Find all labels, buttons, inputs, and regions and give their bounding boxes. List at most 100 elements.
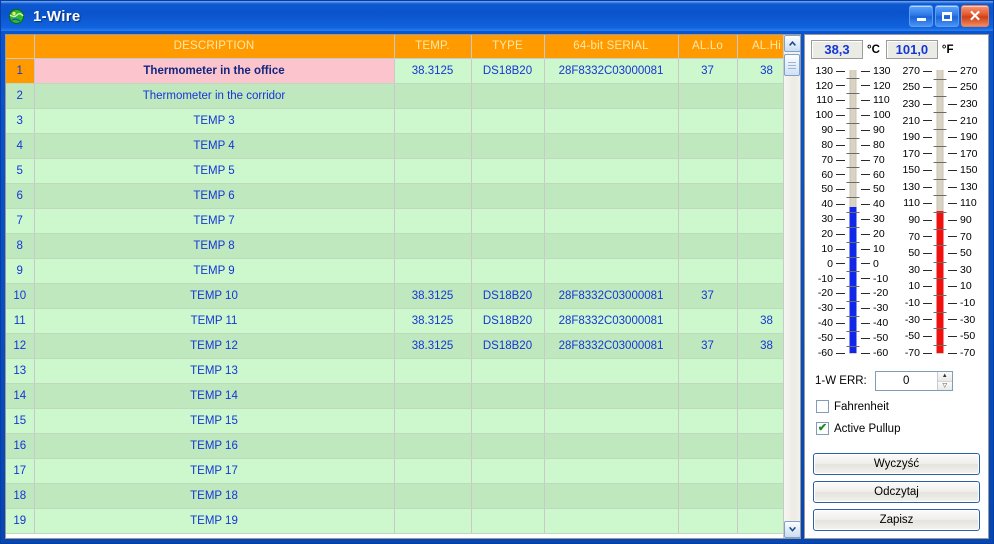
table-row[interactable]: 5 TEMP 5 bbox=[6, 158, 797, 184]
serial-cell[interactable] bbox=[544, 158, 679, 184]
column-header-temp[interactable]: TEMP. bbox=[394, 35, 472, 59]
column-header-description[interactable]: DESCRIPTION bbox=[34, 35, 395, 59]
row-index-cell[interactable]: 5 bbox=[6, 158, 35, 184]
type-cell[interactable] bbox=[471, 258, 545, 284]
description-cell[interactable]: TEMP 12 bbox=[34, 333, 395, 359]
scroll-up-button[interactable] bbox=[783, 35, 800, 52]
type-cell[interactable] bbox=[471, 433, 545, 459]
alarm-low-cell[interactable] bbox=[678, 133, 738, 159]
serial-cell[interactable] bbox=[544, 433, 679, 459]
row-index-cell[interactable]: 19 bbox=[6, 508, 35, 534]
fahrenheit-checkbox-box[interactable] bbox=[816, 400, 829, 413]
type-cell[interactable] bbox=[471, 83, 545, 109]
alarm-low-cell[interactable] bbox=[678, 308, 738, 334]
temperature-cell[interactable]: 38.3125 bbox=[394, 308, 472, 334]
type-cell[interactable] bbox=[471, 183, 545, 209]
type-cell[interactable] bbox=[471, 108, 545, 134]
row-index-cell[interactable]: 6 bbox=[6, 183, 35, 209]
serial-cell[interactable]: 28F8332C03000081 bbox=[544, 283, 679, 309]
serial-cell[interactable] bbox=[544, 508, 679, 534]
row-index-cell[interactable]: 11 bbox=[6, 308, 35, 334]
alarm-low-cell[interactable] bbox=[678, 108, 738, 134]
row-index-cell[interactable]: 1 bbox=[6, 58, 35, 84]
alarm-low-cell[interactable]: 37 bbox=[678, 58, 738, 84]
description-cell[interactable]: TEMP 6 bbox=[34, 183, 395, 209]
type-cell[interactable] bbox=[471, 158, 545, 184]
row-index-cell[interactable]: 14 bbox=[6, 383, 35, 409]
table-row[interactable]: 18 TEMP 18 bbox=[6, 483, 797, 509]
row-index-cell[interactable]: 2 bbox=[6, 83, 35, 109]
temperature-cell[interactable] bbox=[394, 208, 472, 234]
alarm-low-cell[interactable]: 37 bbox=[678, 283, 738, 309]
serial-cell[interactable] bbox=[544, 183, 679, 209]
serial-cell[interactable] bbox=[544, 258, 679, 284]
description-cell[interactable]: TEMP 4 bbox=[34, 133, 395, 159]
description-cell[interactable]: TEMP 9 bbox=[34, 258, 395, 284]
table-row[interactable]: 6 TEMP 6 bbox=[6, 183, 797, 209]
alarm-low-cell[interactable] bbox=[678, 208, 738, 234]
type-cell[interactable] bbox=[471, 133, 545, 159]
checkbox-active-pullup[interactable]: Active Pullup bbox=[816, 422, 982, 435]
alarm-low-cell[interactable] bbox=[678, 483, 738, 509]
table-row[interactable]: 4 TEMP 4 bbox=[6, 133, 797, 159]
row-index-cell[interactable]: 15 bbox=[6, 408, 35, 434]
row-index-cell[interactable]: 17 bbox=[6, 458, 35, 484]
serial-cell[interactable] bbox=[544, 458, 679, 484]
column-header-allo[interactable]: AL.Lo bbox=[678, 35, 738, 59]
temperature-cell[interactable] bbox=[394, 133, 472, 159]
alarm-low-cell[interactable] bbox=[678, 433, 738, 459]
column-header-type[interactable]: TYPE bbox=[471, 35, 545, 59]
row-index-cell[interactable]: 8 bbox=[6, 233, 35, 259]
temperature-cell[interactable] bbox=[394, 508, 472, 534]
save-button[interactable]: Zapisz bbox=[813, 509, 980, 531]
type-cell[interactable] bbox=[471, 508, 545, 534]
spinner-up-icon[interactable]: ▲ bbox=[937, 372, 952, 381]
type-cell[interactable]: DS18B20 bbox=[471, 283, 545, 309]
serial-cell[interactable]: 28F8332C03000081 bbox=[544, 333, 679, 359]
serial-cell[interactable] bbox=[544, 133, 679, 159]
scroll-down-button[interactable] bbox=[783, 521, 800, 538]
row-index-cell[interactable]: 16 bbox=[6, 433, 35, 459]
description-cell[interactable]: Thermometer in the office bbox=[34, 58, 395, 84]
temperature-cell[interactable] bbox=[394, 383, 472, 409]
serial-cell[interactable] bbox=[544, 233, 679, 259]
type-cell[interactable] bbox=[471, 208, 545, 234]
temperature-cell[interactable] bbox=[394, 158, 472, 184]
temperature-cell[interactable] bbox=[394, 108, 472, 134]
table-row[interactable]: 10 TEMP 10 38.3125 DS18B20 28F8332C03000081 3… bbox=[6, 283, 797, 309]
serial-cell[interactable]: 28F8332C03000081 bbox=[544, 58, 679, 84]
type-cell[interactable] bbox=[471, 358, 545, 384]
row-index-cell[interactable]: 7 bbox=[6, 208, 35, 234]
row-index-cell[interactable]: 13 bbox=[6, 358, 35, 384]
temperature-cell[interactable] bbox=[394, 458, 472, 484]
table-row[interactable]: 12 TEMP 12 38.3125 DS18B20 28F8332C03000081 3… bbox=[6, 333, 797, 359]
description-cell[interactable]: TEMP 8 bbox=[34, 233, 395, 259]
row-index-cell[interactable]: 3 bbox=[6, 108, 35, 134]
temperature-cell[interactable]: 38.3125 bbox=[394, 283, 472, 309]
description-cell[interactable]: TEMP 13 bbox=[34, 358, 395, 384]
maximize-button[interactable] bbox=[935, 5, 959, 27]
type-cell[interactable] bbox=[471, 458, 545, 484]
alarm-low-cell[interactable] bbox=[678, 458, 738, 484]
serial-cell[interactable] bbox=[544, 408, 679, 434]
description-cell[interactable]: TEMP 16 bbox=[34, 433, 395, 459]
alarm-low-cell[interactable]: 37 bbox=[678, 333, 738, 359]
temperature-cell[interactable]: 38.3125 bbox=[394, 58, 472, 84]
alarm-low-cell[interactable] bbox=[678, 158, 738, 184]
type-cell[interactable] bbox=[471, 233, 545, 259]
alarm-low-cell[interactable] bbox=[678, 233, 738, 259]
table-row[interactable]: 9 TEMP 9 bbox=[6, 258, 797, 284]
table-row[interactable]: 14 TEMP 14 bbox=[6, 383, 797, 409]
read-button[interactable]: Odczytaj bbox=[813, 481, 980, 503]
vertical-scrollbar[interactable] bbox=[783, 35, 800, 538]
row-index-cell[interactable]: 10 bbox=[6, 283, 35, 309]
table-row[interactable]: 1 Thermometer in the office 38.3125 DS18B20… bbox=[6, 58, 797, 84]
row-index-cell[interactable]: 18 bbox=[6, 483, 35, 509]
row-index-cell[interactable]: 12 bbox=[6, 333, 35, 359]
row-index-cell[interactable]: 9 bbox=[6, 258, 35, 284]
alarm-low-cell[interactable] bbox=[678, 183, 738, 209]
checkbox-fahrenheit[interactable]: Fahrenheit bbox=[816, 400, 982, 413]
title-bar[interactable]: 1-Wire ✕ bbox=[1, 1, 993, 31]
description-cell[interactable]: Thermometer in the corridor bbox=[34, 83, 395, 109]
table-row[interactable]: 8 TEMP 8 bbox=[6, 233, 797, 259]
